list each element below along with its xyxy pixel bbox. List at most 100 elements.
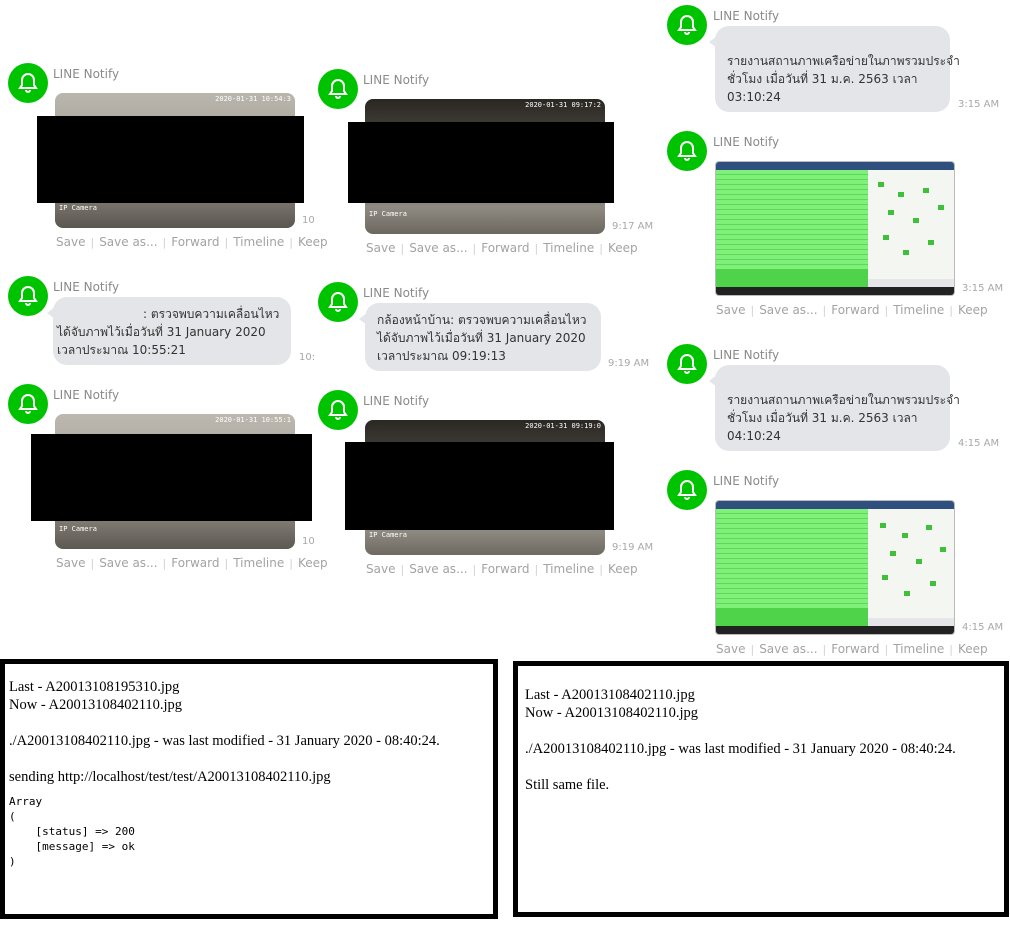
camera-label: IP Camera: [369, 210, 407, 218]
sender-name: LINE Notify: [713, 474, 780, 488]
line-notify-avatar[interactable]: [667, 131, 707, 171]
message-bubble[interactable]: รายงานสถานภาพเครือข่ายในภาพรวมประจำ ชั่ว…: [709, 365, 960, 451]
message-line: เวลาประมาณ 09:19:13: [377, 349, 506, 363]
bell-icon: [328, 399, 348, 420]
message-time: 9:19 AM: [608, 358, 650, 369]
status-line: Still same file.: [525, 777, 610, 793]
forward-link[interactable]: Forward: [481, 241, 529, 255]
network-status-screenshot[interactable]: [715, 161, 955, 296]
message-bubble[interactable]: รายงานสถานภาพเครือข่ายในภาพรวมประจำ ชั่ว…: [709, 26, 960, 112]
photo-timestamp: 2020-01-31 09:17:2: [525, 101, 601, 109]
timeline-link[interactable]: Timeline: [233, 556, 284, 570]
message-line: รายงานสถานภาพเครือข่ายในภาพรวมประจำ: [727, 393, 960, 407]
keep-link[interactable]: Keep: [958, 642, 988, 656]
forward-link[interactable]: Forward: [831, 303, 879, 317]
script-output-panel-left: Last - A20013108195310.jpg Now - A200131…: [0, 659, 498, 919]
keep-link[interactable]: Keep: [608, 241, 638, 255]
redaction-box: [348, 122, 614, 203]
save-link[interactable]: Save: [716, 303, 745, 317]
bell-icon: [18, 285, 38, 306]
message-time: 10: [302, 215, 315, 226]
save-link[interactable]: Save: [366, 241, 395, 255]
save-as-link[interactable]: Save as...: [409, 241, 467, 255]
sender-name: LINE Notify: [363, 394, 430, 408]
keep-link[interactable]: Keep: [958, 303, 988, 317]
bell-icon: [328, 78, 348, 99]
message-time: 10:: [299, 352, 316, 363]
message-actions: Save | Save as... | Forward | Timeline | Kee…: [716, 642, 988, 656]
bell-icon: [677, 353, 697, 374]
timeline-link[interactable]: Timeline: [893, 642, 944, 656]
save-link[interactable]: Save: [366, 562, 395, 576]
timeline-link[interactable]: Timeline: [543, 241, 594, 255]
save-link[interactable]: Save: [56, 556, 85, 570]
bell-icon: [18, 393, 38, 414]
message-time: 4:15 AM: [958, 438, 1000, 449]
last-file-line: Last - A20013108402110.jpg: [525, 687, 695, 703]
message-line: 03:10:24: [727, 90, 781, 104]
timeline-link[interactable]: Timeline: [233, 235, 284, 249]
modified-line: ./A20013108402110.jpg - was last modifie…: [525, 741, 956, 757]
line-notify-avatar[interactable]: [8, 384, 48, 424]
keep-link[interactable]: Keep: [298, 235, 328, 249]
redaction-box: [31, 434, 312, 521]
sender-name: LINE Notify: [713, 135, 780, 149]
message-bubble[interactable]: กล้องหน้าบ้าน: ตรวจพบความเคลื่อนไหว ได้จ…: [359, 303, 601, 371]
line-notify-avatar[interactable]: [8, 63, 48, 103]
line-notify-avatar[interactable]: [318, 390, 358, 430]
last-file-line: Last - A20013108195310.jpg: [9, 679, 180, 695]
message-actions: Save | Save as... | Forward | Timeline | Kee…: [366, 562, 638, 576]
bell-icon: [677, 479, 697, 500]
timeline-link[interactable]: Timeline: [543, 562, 594, 576]
message-bubble[interactable]: : ตรวจพบความเคลื่อนไหว ได้จับภาพไว้เมื่อ…: [47, 297, 291, 365]
line-notify-avatar[interactable]: [8, 276, 48, 316]
photo-timestamp: 2020-01-31 09:19:0: [525, 422, 601, 430]
forward-link[interactable]: Forward: [831, 642, 879, 656]
save-link[interactable]: Save: [716, 642, 745, 656]
line-notify-avatar[interactable]: [318, 282, 358, 322]
line-notify-avatar[interactable]: [318, 69, 358, 109]
redaction-box: [345, 442, 614, 530]
message-line: 04:10:24: [727, 429, 781, 443]
camera-label: IP Camera: [369, 531, 407, 539]
message-time: 4:15 AM: [962, 622, 1004, 633]
save-as-link[interactable]: Save as...: [409, 562, 467, 576]
line-notify-avatar[interactable]: [667, 470, 707, 510]
message-line: ได้จับภาพไว้เมื่อวันที่ 31 January 2020: [377, 331, 586, 345]
sender-name: LINE Notify: [363, 286, 430, 300]
save-as-link[interactable]: Save as...: [99, 235, 157, 249]
message-line: รายงานสถานภาพเครือข่ายในภาพรวมประจำ: [727, 54, 960, 68]
message-line: ได้จับภาพไว้เมื่อวันที่ 31 January 2020: [57, 325, 266, 339]
photo-timestamp: 2020-01-31 10:55:1: [215, 416, 291, 424]
save-as-link[interactable]: Save as...: [759, 303, 817, 317]
forward-link[interactable]: Forward: [481, 562, 529, 576]
response-array: Array ( [status] => 200 [message] => ok …: [9, 795, 135, 868]
sender-name: LINE Notify: [713, 9, 780, 23]
message-actions: Save | Save as... | Forward | Timeline | Kee…: [56, 556, 328, 570]
sending-line: sending http://localhost/test/test/A2001…: [9, 769, 331, 785]
redaction-box: [37, 116, 304, 203]
message-line: ชั่วโมง เมื่อวันที่ 31 ม.ค. 2563 เวลา: [727, 72, 918, 86]
message-line: เวลาประมาณ 10:55:21: [57, 343, 186, 357]
line-notify-avatar[interactable]: [667, 5, 707, 45]
network-status-screenshot[interactable]: [715, 500, 955, 635]
message-line: : ตรวจพบความเคลื่อนไหว: [143, 307, 280, 321]
save-as-link[interactable]: Save as...: [759, 642, 817, 656]
message-time: 10: [302, 536, 315, 547]
message-time: 3:15 AM: [962, 283, 1004, 294]
forward-link[interactable]: Forward: [171, 235, 219, 249]
bell-icon: [677, 140, 697, 161]
message-line: กล้องหน้าบ้าน: ตรวจพบความเคลื่อนไหว: [377, 313, 587, 327]
line-notify-avatar[interactable]: [667, 344, 707, 384]
message-time: 9:19 AM: [612, 542, 654, 553]
keep-link[interactable]: Keep: [298, 556, 328, 570]
message-actions: Save | Save as... | Forward | Timeline | Kee…: [716, 303, 988, 317]
save-as-link[interactable]: Save as...: [99, 556, 157, 570]
timeline-link[interactable]: Timeline: [893, 303, 944, 317]
forward-link[interactable]: Forward: [171, 556, 219, 570]
now-file-line: Now - A20013108402110.jpg: [9, 697, 183, 713]
modified-line: ./A20013108402110.jpg - was last modifie…: [9, 733, 440, 749]
save-link[interactable]: Save: [56, 235, 85, 249]
script-output-panel-right: Last - A20013108402110.jpg Now - A200131…: [513, 661, 1009, 917]
keep-link[interactable]: Keep: [608, 562, 638, 576]
